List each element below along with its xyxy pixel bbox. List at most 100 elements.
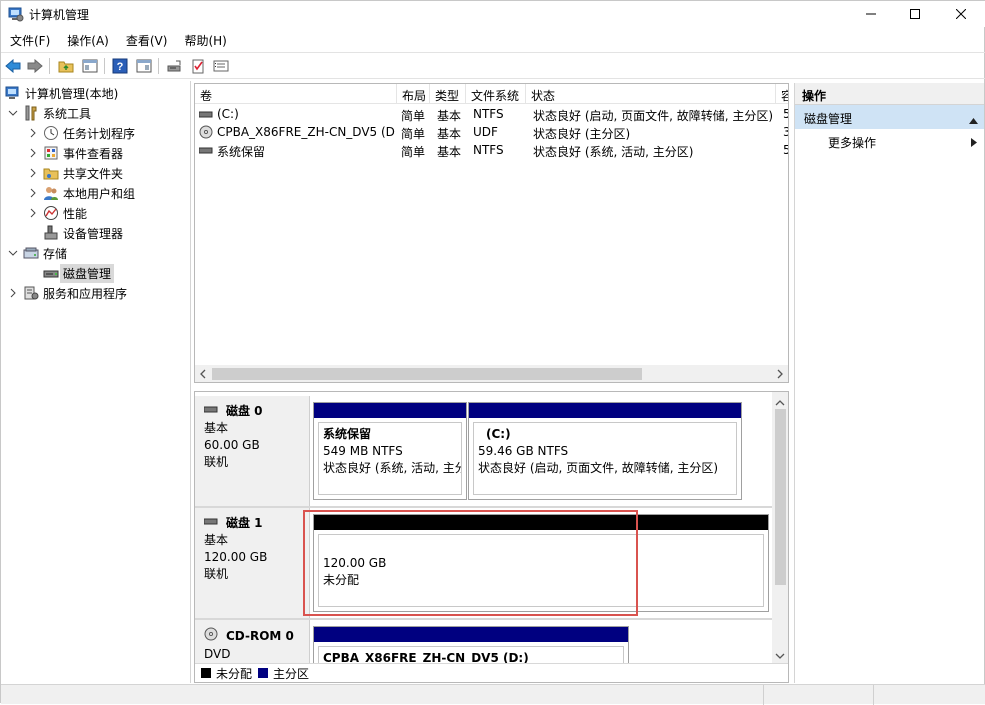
close-button[interactable]: [938, 1, 984, 27]
chevron-right-icon[interactable]: [27, 127, 39, 139]
disk-name: 磁盘 0: [226, 404, 263, 418]
status-divider: [763, 685, 764, 705]
chevron-right-icon[interactable]: [27, 207, 39, 219]
disk-management-icon: [43, 265, 59, 281]
volume-layout: 简单: [401, 127, 426, 141]
partition-c[interactable]: (C:) 59.46 GB NTFS 状态良好 (启动, 页面文件, 故障转储,…: [468, 402, 742, 500]
maximize-button[interactable]: [892, 1, 938, 27]
column-header-capacity[interactable]: 容: [776, 84, 788, 104]
table-row[interactable]: (C:) 简单 基本 NTFS 状态良好 (启动, 页面文件, 故障转储, 主分…: [195, 105, 788, 123]
svg-text:?: ?: [117, 61, 124, 73]
disk-0[interactable]: 磁盘 0 基本 60.00 GB 联机 系统保留 549 MB NTFS 状态良…: [195, 396, 772, 508]
check-button[interactable]: [189, 57, 207, 75]
tree-item-shared-folders[interactable]: 共享文件夹: [27, 163, 123, 183]
disk-type: 基本: [204, 421, 229, 435]
disk-1-label[interactable]: 磁盘 1 基本 120.00 GB 联机: [195, 508, 310, 618]
dvd-drive-icon: [204, 627, 226, 646]
partition-system-reserved[interactable]: 系统保留 549 MB NTFS 状态良好 (系统, 活动, 主分: [313, 402, 467, 500]
tree-item-task-scheduler[interactable]: 任务计划程序: [27, 123, 135, 143]
toolbar-separator: [158, 58, 159, 74]
back-arrow-icon: [5, 59, 21, 73]
tree-item-label: 磁盘管理: [60, 263, 115, 283]
properties-button[interactable]: [212, 57, 230, 75]
tree-item-system-tools[interactable]: 系统工具: [7, 103, 91, 123]
actions-section-label: 磁盘管理: [804, 112, 853, 126]
column-header-status[interactable]: 状态: [526, 84, 776, 104]
chevron-down-icon[interactable]: [7, 107, 19, 119]
connect-button[interactable]: [165, 57, 183, 75]
chevron-down-icon[interactable]: [7, 247, 19, 259]
scroll-right-icon[interactable]: [776, 368, 784, 382]
back-button[interactable]: [4, 57, 22, 75]
disk-icon: [203, 515, 226, 532]
vertical-scroll-thumb[interactable]: [775, 409, 786, 585]
tree-item-label: 设备管理器: [63, 226, 124, 241]
maximize-icon: [910, 9, 920, 19]
menu-action[interactable]: 操作(A): [58, 29, 117, 51]
tree-item-root[interactable]: 计算机管理(本地): [5, 83, 118, 103]
storage-icon: [23, 245, 39, 261]
volume-filesystem: NTFS: [473, 107, 504, 121]
console-tree-icon: [82, 59, 98, 73]
computer-management-icon: [5, 85, 21, 101]
chevron-right-icon[interactable]: [7, 287, 19, 299]
unallocated-swatch: [201, 668, 211, 678]
more-actions-item[interactable]: 更多操作: [795, 129, 984, 151]
up-folder-button[interactable]: [57, 57, 75, 75]
table-row[interactable]: CPBA_X86FRE_ZH-CN_DV5 (D:) 简单 基本 UDF 状态良…: [195, 123, 788, 141]
vertical-scrollbar[interactable]: [772, 392, 788, 664]
menu-help[interactable]: 帮助(H): [175, 29, 234, 51]
tree-item-label: 任务计划程序: [63, 126, 136, 141]
tree-item-label: 本地用户和组: [63, 186, 136, 201]
horizontal-scroll-thumb[interactable]: [212, 368, 642, 380]
collapse-up-icon[interactable]: [969, 113, 978, 127]
drive-icon: [199, 143, 215, 160]
actions-pane: 操作 磁盘管理 更多操作: [794, 83, 984, 683]
volume-capacity: 5: [783, 143, 788, 157]
chevron-right-icon[interactable]: [27, 167, 39, 179]
column-header-filesystem[interactable]: 文件系统: [466, 84, 526, 104]
tree-item-label: 服务和应用程序: [43, 286, 128, 301]
volume-layout: 简单: [401, 145, 426, 159]
column-header-type[interactable]: 类型: [430, 84, 466, 104]
scroll-down-icon[interactable]: [775, 649, 785, 663]
computer-management-icon: [8, 6, 24, 22]
volume-capacity: 3: [783, 125, 788, 139]
services-icon: [23, 285, 39, 301]
tree-item-event-viewer[interactable]: 事件查看器: [27, 143, 123, 163]
column-header-layout[interactable]: 布局: [397, 84, 430, 104]
actions-section-disk-management[interactable]: 磁盘管理: [795, 105, 984, 129]
show-action-pane-button[interactable]: [135, 57, 153, 75]
shared-folder-icon: [43, 165, 59, 181]
window-title: 计算机管理: [29, 8, 90, 22]
disk-0-label[interactable]: 磁盘 0 基本 60.00 GB 联机: [195, 396, 310, 506]
computer-management-window: 计算机管理 文件(F) 操作(A) 查看(V) 帮助(H) ? 计算机管理(本地…: [0, 0, 985, 705]
horizontal-scrollbar[interactable]: [195, 365, 788, 382]
help-button[interactable]: ?: [111, 57, 129, 75]
scroll-up-icon[interactable]: [775, 396, 785, 410]
tree-item-device-manager[interactable]: 设备管理器: [43, 223, 123, 243]
menu-file[interactable]: 文件(F): [1, 29, 58, 51]
column-header-volume[interactable]: 卷: [195, 84, 397, 104]
submenu-arrow-icon: [971, 136, 977, 150]
minimize-button[interactable]: [848, 1, 894, 27]
show-tree-button[interactable]: [81, 57, 99, 75]
forward-button[interactable]: [26, 57, 44, 75]
primary-partition-bar: [314, 627, 628, 642]
close-icon: [956, 9, 966, 19]
menu-view[interactable]: 查看(V): [117, 29, 176, 51]
volume-name: CPBA_X86FRE_ZH-CN_DV5 (D:): [217, 125, 395, 139]
tree-item-performance[interactable]: 性能: [27, 203, 87, 223]
chevron-right-icon[interactable]: [27, 187, 39, 199]
tree-item-local-users[interactable]: 本地用户和组: [27, 183, 135, 203]
event-viewer-icon: [43, 145, 59, 161]
tree-item-services-apps[interactable]: 服务和应用程序: [7, 283, 127, 303]
scroll-left-icon[interactable]: [199, 368, 207, 382]
connect-disk-icon: [167, 60, 181, 72]
tree-item-disk-management[interactable]: 磁盘管理: [43, 263, 115, 283]
minimize-icon: [866, 13, 876, 15]
table-row[interactable]: 系统保留 简单 基本 NTFS 状态良好 (系统, 活动, 主分区) 5: [195, 141, 788, 160]
chevron-right-icon[interactable]: [27, 147, 39, 159]
console-tree: 计算机管理(本地) 系统工具 任务计划程序 事件查看器 共享文件夹 本地用户和组: [1, 81, 191, 683]
tree-item-storage[interactable]: 存储: [7, 243, 67, 263]
